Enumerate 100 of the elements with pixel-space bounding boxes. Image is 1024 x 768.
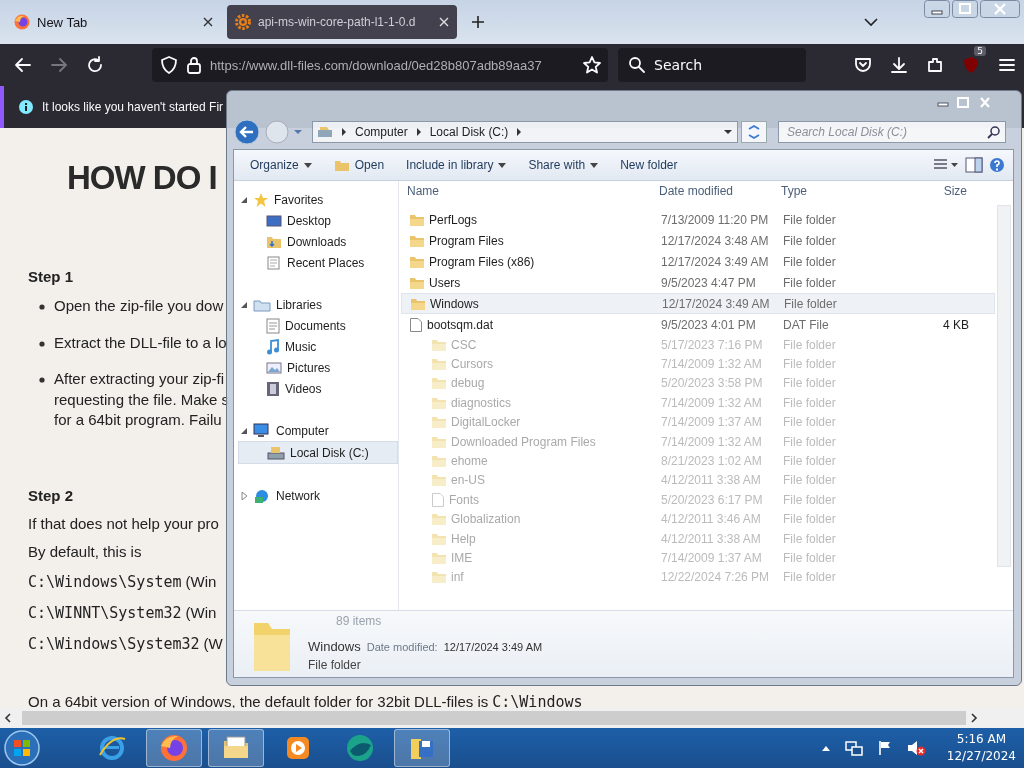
toolbar-button[interactable]: Include in library xyxy=(398,155,515,175)
breadcrumb-item[interactable]: Local Disk (C:) xyxy=(429,125,509,139)
folder-icon xyxy=(409,275,425,290)
search-field[interactable]: Search xyxy=(618,48,806,82)
refresh-icon[interactable] xyxy=(741,121,767,143)
chevron-right-icon[interactable] xyxy=(415,128,422,136)
chevron-right-icon[interactable] xyxy=(516,128,523,136)
vertical-scrollbar[interactable] xyxy=(997,205,1011,567)
file-date: 4/12/2011 3:38 AM xyxy=(661,473,762,488)
breadcrumb-item[interactable]: Computer xyxy=(355,125,408,139)
navigation-item[interactable]: Music xyxy=(238,336,398,357)
download-icon[interactable] xyxy=(890,56,908,74)
star-icon[interactable] xyxy=(582,55,602,75)
navigation-item[interactable]: Downloads xyxy=(238,231,398,252)
navigation-item[interactable]: Libraries xyxy=(238,294,398,315)
file-type: File folder xyxy=(783,512,837,527)
expanded-icon[interactable] xyxy=(240,195,248,204)
close-icon[interactable] xyxy=(203,17,213,27)
file-name: Users xyxy=(429,275,461,290)
star-icon xyxy=(253,191,269,208)
globe-icon xyxy=(97,733,127,763)
expanded-icon[interactable] xyxy=(240,300,248,309)
preview-pane-icon[interactable] xyxy=(965,157,983,173)
pocket-icon[interactable] xyxy=(854,56,872,74)
file-row[interactable]: Windows 12/17/2024 3:49 AM File folder xyxy=(401,293,995,314)
toolbar-button[interactable]: Open xyxy=(325,155,393,175)
network-icon[interactable] xyxy=(844,740,863,756)
navigation-item[interactable]: Documents xyxy=(238,315,398,336)
browser-tab[interactable]: api-ms-win-core-path-l1-1-0.d xyxy=(227,5,457,39)
file-name: Globalization xyxy=(451,512,521,527)
reload-icon[interactable] xyxy=(86,56,104,74)
folder-icon xyxy=(431,512,447,527)
scroll-thumb[interactable] xyxy=(22,711,966,725)
forward-icon[interactable] xyxy=(50,56,68,74)
taskbar-app[interactable] xyxy=(146,729,202,767)
toolbar-button[interactable]: New folder xyxy=(612,155,686,175)
file-row[interactable]: bootsqm.dat 9/5/2023 4:01 PM DAT File 4 KB xyxy=(401,314,995,335)
file-name: IME xyxy=(451,551,473,565)
path-text: C:\Windows\System32 xyxy=(28,634,200,653)
navigation-item[interactable]: Local Disk (C:) xyxy=(238,441,398,464)
file-row[interactable]: Users 9/5/2023 4:47 PM File folder xyxy=(401,272,995,293)
chevron-down-icon[interactable] xyxy=(864,17,878,27)
file-type: File folder xyxy=(783,531,837,546)
column-header[interactable]: Name xyxy=(399,184,659,198)
shield-icon[interactable] xyxy=(160,55,178,75)
navigation-item[interactable]: Videos xyxy=(238,378,398,399)
maximize-icon[interactable] xyxy=(952,0,978,18)
item-count: 89 items xyxy=(336,613,383,629)
bullet-icon xyxy=(39,377,45,383)
navigation-item[interactable]: Computer xyxy=(238,420,398,441)
paragraph-text: If that does not help your pro xyxy=(28,513,219,534)
file-row[interactable]: PerfLogs 7/13/2009 11:20 PM File folder xyxy=(401,209,995,230)
back-icon[interactable] xyxy=(14,56,32,74)
navigation-item[interactable]: Pictures xyxy=(238,357,398,378)
file-type: File folder xyxy=(783,551,837,565)
help-icon[interactable] xyxy=(989,157,1005,173)
new-tab-icon[interactable] xyxy=(471,15,485,29)
menu-icon[interactable] xyxy=(998,56,1016,74)
column-header[interactable]: Size xyxy=(885,184,967,198)
file-row[interactable]: Program Files (x86) 12/17/2024 3:49 AM File folder xyxy=(401,251,995,272)
lock-icon[interactable] xyxy=(186,56,202,74)
file-date: 9/5/2023 4:01 PM xyxy=(661,317,757,332)
chevron-right-icon[interactable] xyxy=(341,128,347,136)
file-name: diagnostics xyxy=(451,395,512,410)
taskbar-app[interactable] xyxy=(394,729,450,767)
address-bar[interactable]: https://www.dll-files.com/download/0ed28b807adb89aa37 xyxy=(152,48,608,82)
address-bar[interactable]: Computer Local Disk (C:) xyxy=(312,121,738,143)
column-header[interactable]: Date modified xyxy=(659,184,781,198)
folder-icon xyxy=(431,551,447,565)
scroll-right-icon[interactable] xyxy=(970,713,978,723)
column-header[interactable]: Type xyxy=(781,184,885,198)
folder-name: Windows xyxy=(308,639,361,654)
flag-icon[interactable] xyxy=(876,740,893,756)
expanded-icon[interactable] xyxy=(240,426,248,435)
caret-up-icon[interactable] xyxy=(820,744,831,752)
file-type: DAT File xyxy=(783,317,830,332)
file-type: File folder xyxy=(783,434,837,449)
toolbar-button[interactable]: Share with xyxy=(520,155,607,175)
file-date: 12/17/2024 3:49 AM xyxy=(661,254,770,269)
file-date: 4/12/2011 3:46 AM xyxy=(661,512,762,527)
browser-tab[interactable]: New Tab xyxy=(6,5,221,39)
extensions-icon[interactable] xyxy=(926,56,944,74)
image-icon xyxy=(266,360,282,375)
navigation-item[interactable]: Network xyxy=(238,485,398,506)
folder-icon xyxy=(431,434,447,449)
speaker-muted-icon[interactable] xyxy=(906,740,927,756)
toolbar-button[interactable]: Organize xyxy=(242,155,320,175)
path-text: C:\Windows xyxy=(492,692,583,708)
start-orb-icon[interactable] xyxy=(2,728,42,768)
file-type: File folder xyxy=(783,357,837,372)
horizontal-scrollbar[interactable] xyxy=(0,708,1024,728)
collapsed-icon[interactable] xyxy=(240,491,248,500)
taskbar-app[interactable] xyxy=(208,729,264,767)
file-type: File folder xyxy=(783,492,837,507)
scroll-left-icon[interactable] xyxy=(4,713,12,723)
navigation-item[interactable]: Favorites xyxy=(238,189,398,210)
file-row[interactable]: Program Files 12/17/2024 3:48 AM File folder xyxy=(401,230,995,251)
file-date: 5/20/2023 3:58 PM xyxy=(661,376,764,391)
navigation-item[interactable]: Desktop xyxy=(238,210,398,231)
navigation-item[interactable]: Recent Places xyxy=(238,252,398,273)
